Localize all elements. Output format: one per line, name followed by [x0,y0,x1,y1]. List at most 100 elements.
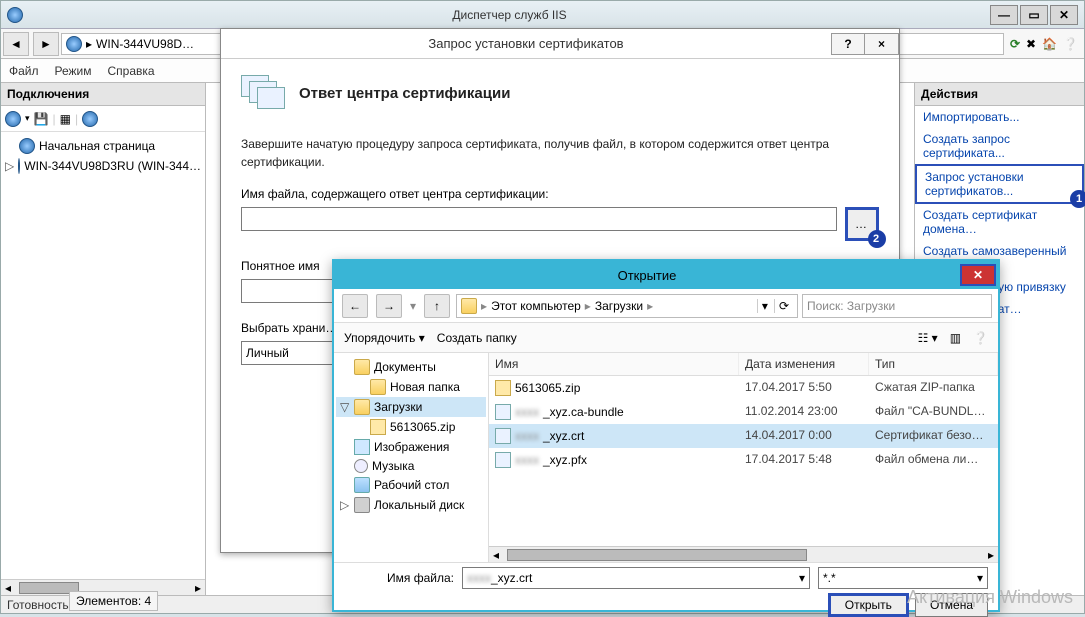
folder-icon [354,399,370,415]
folder-icon [461,298,477,314]
maximize-button[interactable]: ▭ [1020,5,1048,25]
close-button[interactable]: ✕ [1050,5,1078,25]
open-forward-button[interactable]: → [376,294,402,318]
col-type[interactable]: Тип [869,353,998,375]
cert-heading: Ответ центра сертификации [299,85,510,102]
menu-help[interactable]: Справка [108,64,155,78]
file-name: _xyz.ca-bundle [543,405,624,419]
home-page-icon [19,138,35,154]
col-name[interactable]: Имя [489,353,739,375]
file-icon [495,452,511,468]
desktop-icon [354,477,370,493]
help-icon[interactable]: ❔ [1063,37,1078,51]
crumb-refresh-icon[interactable]: ⟳ [774,299,793,313]
open-dialog-titlebar: Открытие ✕ [334,261,998,289]
iis-icon [7,7,23,23]
col-date[interactable]: Дата изменения [739,353,869,375]
address-text: WIN-344VU98D… [96,37,194,51]
action-import[interactable]: Импортировать... [915,106,1084,128]
nav-downloads[interactable]: ▽Загрузки [336,397,486,417]
music-icon [354,459,368,473]
nav-music[interactable]: Музыка [336,457,486,475]
refresh-icon[interactable]: ⟳ [1010,37,1020,51]
open-dialog-address-bar: ← → ▾ ↑ ▸ Этот компьютер ▸ Загрузки ▸ ▾ … [334,289,998,323]
tree-start-page[interactable]: Начальная страница [5,136,201,156]
nav-new-folder[interactable]: Новая папка [336,377,486,397]
open-recent-dropdown[interactable]: ▾ [408,299,418,313]
new-folder-button[interactable]: Создать папку [437,331,517,345]
file-date: 14.04.2017 0:00 [739,426,869,446]
file-name: _xyz.crt [543,429,584,443]
crumb-pc[interactable]: Этот компьютер [491,299,581,313]
file-name: _xyz.pfx [543,453,587,467]
nav-documents[interactable]: Документы [336,357,486,377]
file-name: 5613065.zip [515,381,580,395]
cert-wizard-icon [241,75,285,111]
nav-zip-file[interactable]: 5613065.zip [336,417,486,437]
cancel-button[interactable]: Отмена [915,593,988,617]
zip-icon [370,419,386,435]
open-back-button[interactable]: ← [342,294,368,318]
filter-value: *.* [823,571,836,585]
organize-menu[interactable]: Упорядочить ▾ [344,331,425,345]
preview-pane-button[interactable]: ▥ [950,331,961,345]
cert-browse-button[interactable]: … 2 [845,207,879,241]
cert-dialog-help-button[interactable]: ? [831,33,865,55]
file-row[interactable]: 5613065.zip 17.04.2017 5:50Сжатая ZIP-пап… [489,376,998,400]
grid-icon[interactable]: ▦ [60,112,71,126]
disk-icon [354,497,370,513]
file-row[interactable]: xxxx_xyz.pfx17.04.2017 5:48Файл обмена л… [489,448,998,472]
file-date: 17.04.2017 5:50 [739,378,869,398]
save-icon[interactable]: 💾 [34,112,49,126]
cert-file-input[interactable] [241,207,837,231]
nav-back-button[interactable]: ◄ [3,32,29,56]
open-breadcrumb[interactable]: ▸ Этот компьютер ▸ Загрузки ▸ ▾ ⟳ [456,294,798,318]
action-create-request[interactable]: Создать запрос сертификата... [915,128,1084,164]
help-button[interactable]: ❔ [973,331,988,345]
file-type: Сжатая ZIP-папка [869,378,998,398]
tree-server[interactable]: ▷ WIN-344VU98D3RU (WIN-344… [5,156,201,176]
filter-combo[interactable]: *.* ▾ [818,567,988,589]
crumb-dropdown-icon[interactable]: ▾ [757,299,772,313]
action-domain-cert[interactable]: Создать сертификат домена… [915,204,1084,240]
filename-value: _xyz.crt [491,571,532,585]
crumb-downloads[interactable]: Загрузки [595,299,643,313]
home-icon[interactable]: 🏠 [1042,37,1057,51]
iis-title: Диспетчер служб IIS [29,8,990,22]
file-type: Сертификат безо… [869,426,998,446]
filename-combo[interactable]: xxxx_xyz.crt ▾ [462,567,810,589]
nav-forward-button[interactable]: ► [33,32,59,56]
cert-dialog-title: Запрос установки сертификатов [221,36,831,51]
file-list-columns: Имя Дата изменения Тип [489,353,998,376]
cert-dialog-titlebar: Запрос установки сертификатов ? × [221,29,899,59]
connect-icon[interactable] [5,111,21,127]
open-file-dialog: Открытие ✕ ← → ▾ ↑ ▸ Этот компьютер ▸ За… [332,259,1000,612]
cert-dialog-close-button[interactable]: × [865,33,899,55]
nav-desktop[interactable]: Рабочий стол [336,475,486,495]
view-menu[interactable]: ☷ ▾ [918,331,938,345]
file-type: Файл обмена ли… [869,450,998,470]
menu-file[interactable]: Файл [9,64,39,78]
open-dialog-close-button[interactable]: ✕ [960,264,996,286]
open-search-input[interactable]: Поиск: Загрузки [802,294,992,318]
file-row[interactable]: xxxx_xyz.crt14.04.2017 0:00Сертификат бе… [489,424,998,448]
annotation-2: 2 [868,230,886,248]
nav-local-disk[interactable]: ▷Локальный диск [336,495,486,515]
file-icon [495,428,511,444]
open-up-button[interactable]: ↑ [424,294,450,318]
stop-icon[interactable]: ✖ [1026,37,1036,51]
tree-start-page-label: Начальная страница [39,139,155,153]
minimize-button[interactable]: — [990,5,1018,25]
open-button[interactable]: Открыть [828,593,909,617]
file-row[interactable]: xxxx_xyz.ca-bundle11.02.2014 23:00Файл "… [489,400,998,424]
file-list-hscroll[interactable]: ◂ ▸ [489,546,998,562]
action-install-request[interactable]: Запрос установки сертификатов... 1 [915,164,1084,204]
annotation-1: 1 [1070,190,1085,208]
open-nav-tree: Документы Новая папка ▽Загрузки 5613065.… [334,353,489,562]
nav-pictures[interactable]: Изображения [336,437,486,457]
refresh-conn-icon[interactable] [82,111,98,127]
status-text: Готовность [7,598,69,612]
file-type: Файл "CA-BUNDL… [869,402,998,422]
menu-mode[interactable]: Режим [55,64,92,78]
connections-header: Подключения [1,83,205,106]
